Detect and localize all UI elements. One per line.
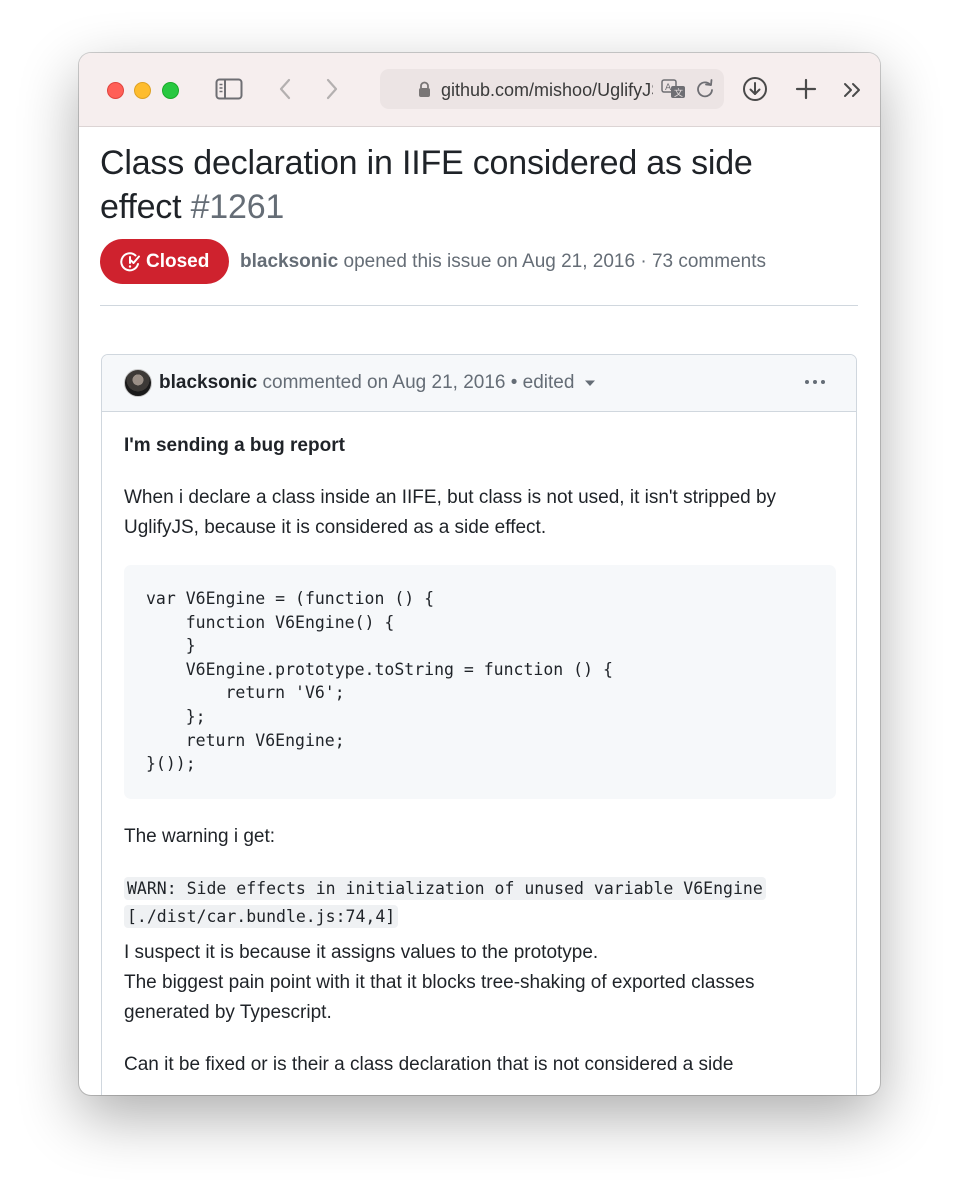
warning-text: WARN: Side effects in initialization of … xyxy=(124,877,766,928)
new-tab-plus-icon[interactable] xyxy=(793,75,819,103)
comment-paragraph: I suspect it is because it assigns value… xyxy=(124,938,836,1028)
comment-meta: blacksonic commented on Aug 21, 2016 • e… xyxy=(159,371,596,395)
more-options-icon[interactable] xyxy=(805,380,825,384)
svg-text:文: 文 xyxy=(674,87,683,99)
comment-paragraph-line: I suspect it is because it assigns value… xyxy=(124,942,599,963)
header-divider xyxy=(100,305,858,306)
zoom-window-button[interactable] xyxy=(162,82,179,99)
download-icon[interactable] xyxy=(741,75,769,103)
browser-toolbar: github.com/mishoo/UglifyJS2/issues/1261 … xyxy=(79,53,880,127)
issue-meta-text: opened this issue on Aug 21, 2016 · 73 c… xyxy=(343,251,767,272)
avatar[interactable] xyxy=(124,369,152,397)
issue-title: Class declaration in IIFE considered as … xyxy=(100,141,820,229)
comment-author-link[interactable]: blacksonic xyxy=(159,372,257,393)
warning-inline-code: WARN: Side effects in initialization of … xyxy=(124,875,784,931)
issue-comment: blacksonic commented on Aug 21, 2016 • e… xyxy=(101,354,857,1095)
code-content: var V6Engine = (function () { function V… xyxy=(146,589,613,774)
comment-paragraph: The warning i get: xyxy=(124,826,276,847)
page-content: Class declaration in IIFE considered as … xyxy=(79,127,880,1095)
back-chevron-icon[interactable] xyxy=(272,75,298,103)
comment-meta-text[interactable]: commented on Aug 21, 2016 • edited xyxy=(263,372,575,393)
comment-paragraph-line: The biggest pain point with it that it b… xyxy=(124,972,755,1023)
url-text[interactable]: github.com/mishoo/UglifyJS2/issues/1261 xyxy=(441,78,653,102)
comment-paragraph: Can it be fixed or is their a class decl… xyxy=(124,1054,734,1075)
minimize-window-button[interactable] xyxy=(134,82,151,99)
issue-author-link[interactable]: blacksonic xyxy=(240,251,338,272)
issue-state-badge: Closed xyxy=(100,239,229,284)
code-block: var V6Engine = (function () { function V… xyxy=(124,565,836,799)
forward-chevron-icon[interactable] xyxy=(319,75,345,103)
comment-header: blacksonic commented on Aug 21, 2016 • e… xyxy=(102,355,856,412)
caret-down-icon[interactable] xyxy=(584,379,596,387)
address-bar[interactable]: github.com/mishoo/UglifyJS2/issues/1261 … xyxy=(380,69,724,109)
translate-icon[interactable]: A 文 xyxy=(661,79,687,104)
sidebar-toggle-icon[interactable] xyxy=(214,77,244,101)
comment-paragraph: When i declare a class inside an IIFE, b… xyxy=(124,487,777,538)
lock-icon xyxy=(418,81,431,103)
more-tabs-chevron-icon[interactable] xyxy=(840,77,866,103)
issue-closed-icon xyxy=(120,251,140,271)
reload-icon[interactable] xyxy=(695,79,715,104)
issue-number: #1261 xyxy=(190,188,285,226)
issue-state-label: Closed xyxy=(146,250,210,272)
issue-meta: blacksonic opened this issue on Aug 21, … xyxy=(240,250,766,274)
svg-text:A: A xyxy=(665,83,672,93)
comment-heading: I'm sending a bug report xyxy=(124,435,345,456)
close-window-button[interactable] xyxy=(107,82,124,99)
browser-window: github.com/mishoo/UglifyJS2/issues/1261 … xyxy=(79,53,880,1095)
